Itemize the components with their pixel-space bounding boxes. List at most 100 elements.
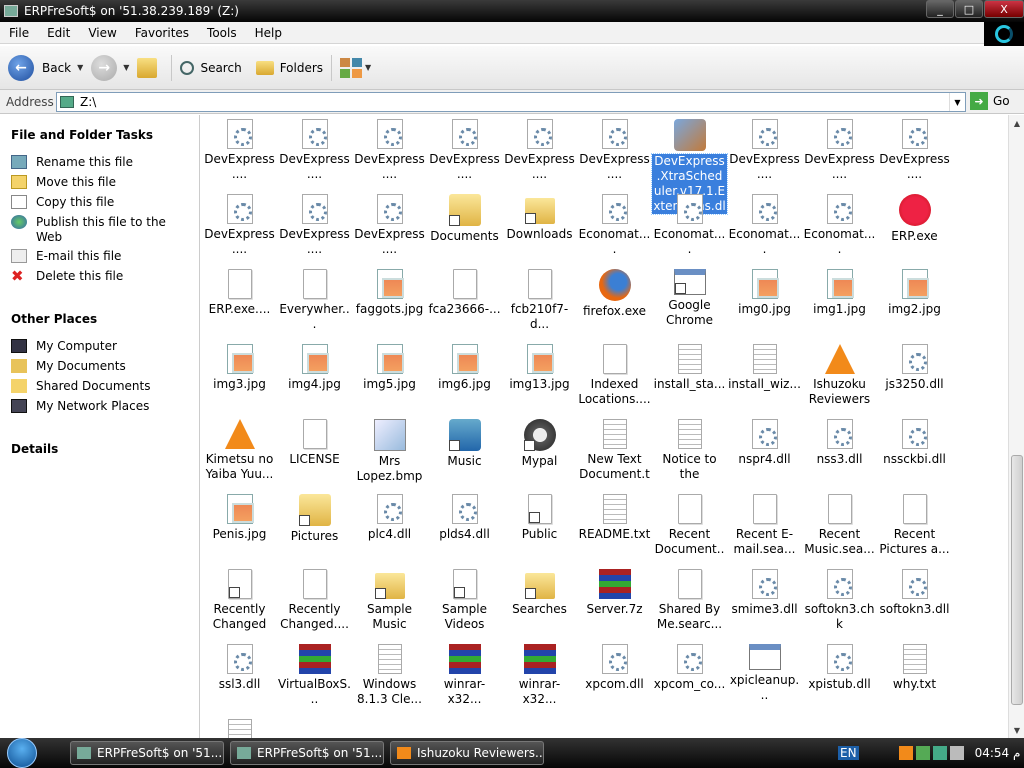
file-item[interactable]: fca23666-... bbox=[427, 269, 502, 317]
file-item[interactable]: LICENSE bbox=[277, 419, 352, 467]
scroll-thumb[interactable] bbox=[1011, 455, 1023, 705]
file-item[interactable]: img3.jpg bbox=[202, 344, 277, 392]
file-item[interactable]: Economat.... bbox=[727, 194, 802, 257]
file-item[interactable]: winrar-x32... bbox=[427, 644, 502, 707]
menu-favorites[interactable]: Favorites bbox=[126, 26, 198, 40]
file-item[interactable]: xpistub.dll bbox=[802, 644, 877, 692]
place-my-computer[interactable]: My Computer bbox=[11, 339, 191, 354]
file-item[interactable]: Public bbox=[502, 494, 577, 542]
file-item[interactable]: firefox.exe bbox=[577, 269, 652, 319]
chevron-down-icon[interactable]: ▼ bbox=[365, 63, 371, 72]
file-item[interactable]: Everywher... bbox=[277, 269, 352, 332]
start-button[interactable] bbox=[0, 738, 44, 768]
scroll-down-arrow-icon[interactable]: ▼ bbox=[1009, 722, 1024, 738]
file-item[interactable]: Economat.... bbox=[577, 194, 652, 257]
network-tray-icon[interactable] bbox=[932, 746, 947, 760]
file-item[interactable]: Recently Changed.... bbox=[277, 569, 352, 632]
file-item[interactable]: Pictures bbox=[277, 494, 352, 544]
vlc-tray-icon[interactable] bbox=[898, 746, 913, 760]
language-indicator[interactable]: EN bbox=[838, 746, 859, 760]
go-button[interactable]: ➜ Go bbox=[970, 92, 1010, 110]
file-item[interactable]: Notice to the admin.txt bbox=[652, 419, 727, 482]
file-item[interactable]: DevExpress.... bbox=[577, 119, 652, 182]
file-item[interactable]: xpcom.dll bbox=[577, 644, 652, 692]
file-item[interactable]: DevExpress.... bbox=[727, 119, 802, 182]
menu-edit[interactable]: Edit bbox=[38, 26, 79, 40]
file-item[interactable]: softokn3.chk bbox=[802, 569, 877, 632]
file-item[interactable]: img5.jpg bbox=[352, 344, 427, 392]
file-item[interactable]: nssckbi.dll bbox=[877, 419, 952, 467]
menu-tools[interactable]: Tools bbox=[198, 26, 246, 40]
delete-file-task[interactable]: ✖ Delete this file bbox=[11, 269, 191, 284]
file-item[interactable]: install_sta... bbox=[652, 344, 727, 392]
file-item[interactable]: DevExpress.... bbox=[877, 119, 952, 182]
file-item[interactable]: Downloads bbox=[502, 194, 577, 242]
taskbar-button-explorer-1[interactable]: ERPFreSoft$ on '51.... bbox=[70, 741, 224, 765]
file-item[interactable]: smime3.dll bbox=[727, 569, 802, 617]
close-button[interactable]: X bbox=[984, 0, 1024, 18]
other-places-title[interactable]: Other Places bbox=[11, 312, 97, 326]
file-item[interactable]: plds4.dll bbox=[427, 494, 502, 542]
file-item[interactable]: New Text Document.txt bbox=[577, 419, 652, 482]
file-item[interactable]: faggots.jpg bbox=[352, 269, 427, 317]
place-my-documents[interactable]: My Documents bbox=[11, 359, 191, 374]
file-item[interactable]: Kimetsu no Yaiba Yuu... bbox=[202, 419, 277, 482]
file-item[interactable]: Ishuzoku Reviewers ... bbox=[802, 344, 877, 407]
views-button[interactable]: ▼ bbox=[340, 57, 371, 78]
file-item[interactable]: softokn3.dll bbox=[877, 569, 952, 617]
file-item[interactable]: img1.jpg bbox=[802, 269, 877, 317]
vertical-scrollbar[interactable]: ▲ ▼ bbox=[1008, 115, 1024, 738]
file-item[interactable]: DevExpress.... bbox=[502, 119, 577, 182]
copy-file-task[interactable]: Copy this file bbox=[11, 195, 191, 210]
file-item[interactable]: Server.7z bbox=[577, 569, 652, 617]
volume-tray-icon[interactable] bbox=[949, 746, 964, 760]
file-item[interactable]: DevExpress.... bbox=[802, 119, 877, 182]
details-title[interactable]: Details bbox=[11, 442, 58, 456]
taskbar-button-explorer-2[interactable]: ERPFreSoft$ on '51.... bbox=[230, 741, 384, 765]
file-item[interactable]: install_wiz... bbox=[727, 344, 802, 392]
email-file-task[interactable]: E-mail this file bbox=[11, 249, 191, 264]
file-item[interactable]: Windows 8.1.3 Cle... bbox=[352, 644, 427, 707]
minimize-button[interactable]: _ bbox=[926, 0, 954, 18]
file-item[interactable]: img6.jpg bbox=[427, 344, 502, 392]
file-item[interactable] bbox=[202, 719, 277, 738]
publish-file-task[interactable]: Publish this file to the Web bbox=[11, 215, 191, 245]
back-button[interactable]: ← Back ▼ bbox=[8, 54, 83, 81]
file-item[interactable]: DevExpress.... bbox=[277, 119, 352, 182]
file-item[interactable]: img2.jpg bbox=[877, 269, 952, 317]
security-tray-icon[interactable] bbox=[915, 746, 930, 760]
forward-button[interactable]: → ▼ bbox=[91, 54, 129, 81]
file-item[interactable]: img13.jpg bbox=[502, 344, 577, 392]
file-item[interactable]: Economat.... bbox=[802, 194, 877, 257]
file-view[interactable]: DevExpress.... DevExpress.... DevExpress..… bbox=[200, 115, 1008, 738]
file-folder-tasks-title[interactable]: File and Folder Tasks bbox=[11, 128, 153, 142]
chevron-down-icon[interactable]: ▼ bbox=[123, 63, 129, 72]
file-item[interactable]: winrar-x32... bbox=[502, 644, 577, 707]
menu-view[interactable]: View bbox=[79, 26, 125, 40]
file-item[interactable]: Penis.jpg bbox=[202, 494, 277, 542]
file-item[interactable]: Recently Changed bbox=[202, 569, 277, 632]
search-button[interactable]: Search bbox=[180, 60, 242, 75]
file-item[interactable]: DevExpress.... bbox=[202, 194, 277, 257]
file-item[interactable]: DevExpress.... bbox=[202, 119, 277, 182]
file-item[interactable]: Sample Videos bbox=[427, 569, 502, 632]
file-item[interactable]: ERP.exe.... bbox=[202, 269, 277, 317]
file-item[interactable]: ERP.exe bbox=[877, 194, 952, 244]
file-item[interactable]: Recent Document... bbox=[652, 494, 727, 557]
file-item[interactable]: Indexed Locations.... bbox=[577, 344, 652, 407]
file-item[interactable]: Mypal bbox=[502, 419, 577, 469]
chevron-down-icon[interactable]: ▼ bbox=[77, 63, 83, 72]
up-folder-button[interactable] bbox=[137, 57, 163, 78]
file-item[interactable]: fcb210f7-d... bbox=[502, 269, 577, 332]
file-item[interactable]: DevExpress.... bbox=[352, 194, 427, 257]
file-item[interactable]: Google Chrome bbox=[652, 269, 727, 328]
place-shared-documents[interactable]: Shared Documents bbox=[11, 379, 191, 394]
file-item[interactable]: Sample Music bbox=[352, 569, 427, 632]
file-item[interactable]: js3250.dll bbox=[877, 344, 952, 392]
file-item[interactable]: Mrs Lopez.bmp bbox=[352, 419, 427, 484]
file-item[interactable]: Music bbox=[427, 419, 502, 469]
file-item[interactable]: DevExpress.... bbox=[427, 119, 502, 182]
maximize-button[interactable]: □ bbox=[955, 0, 983, 18]
place-my-network-places[interactable]: My Network Places bbox=[11, 399, 191, 414]
taskbar-button-vlc[interactable]: Ishuzoku Reviewers... bbox=[390, 741, 544, 765]
